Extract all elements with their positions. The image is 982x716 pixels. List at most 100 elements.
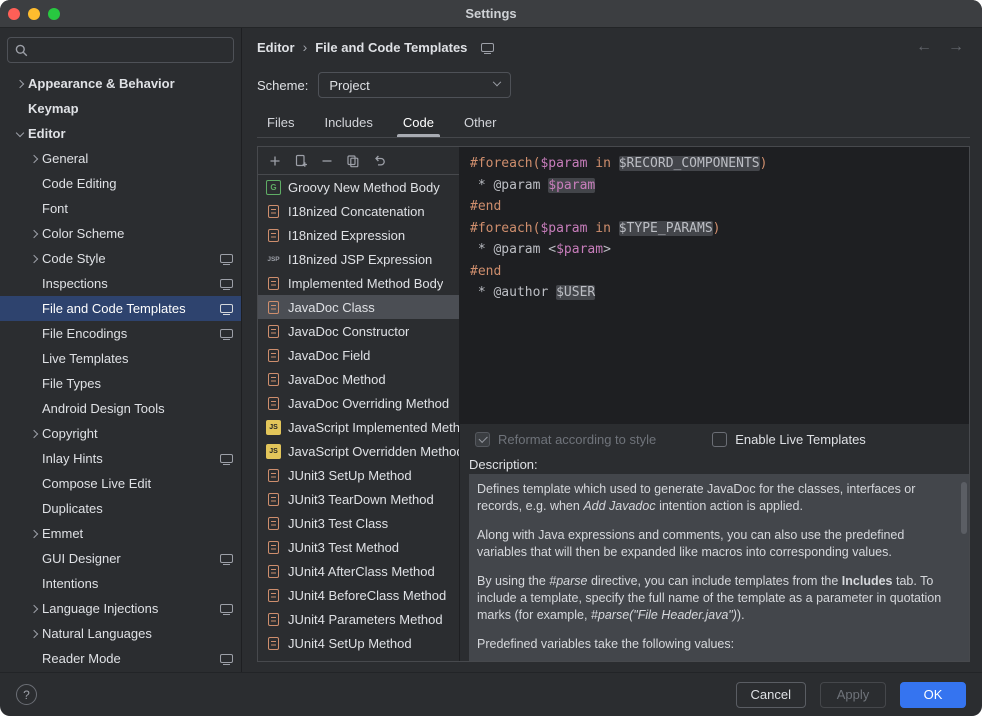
template-item-junit4-setup-method[interactable]: JUnit4 SetUp Method: [258, 631, 459, 655]
settings-search-field[interactable]: [7, 37, 234, 63]
sidebar-item-inlay-hints[interactable]: Inlay Hints: [0, 446, 241, 471]
template-item-implemented-method-body[interactable]: Implemented Method Body: [258, 271, 459, 295]
sidebar-item-gui-designer[interactable]: GUI Designer: [0, 546, 241, 571]
template-file-icon: [268, 229, 279, 242]
template-editor[interactable]: #foreach($param in $RECORD_COMPONENTS) *…: [460, 147, 969, 424]
sidebar-item-android-design-tools[interactable]: Android Design Tools: [0, 396, 241, 421]
sidebar-item-file-and-code-templates[interactable]: File and Code Templates: [0, 296, 241, 321]
help-button[interactable]: ?: [16, 684, 37, 705]
copy-icon: [346, 154, 360, 168]
sidebar-item-label: Copyright: [42, 426, 233, 441]
sidebar-item-font[interactable]: Font: [0, 196, 241, 221]
sidebar-item-inspections[interactable]: Inspections: [0, 271, 241, 296]
template-item-junit3-teardown-method[interactable]: JUnit3 TearDown Method: [258, 487, 459, 511]
add-template-button[interactable]: [263, 150, 286, 172]
template-item-label: JavaDoc Class: [288, 300, 375, 315]
sidebar-item-file-types[interactable]: File Types: [0, 371, 241, 396]
template-item-javascript-implemented-method[interactable]: JSJavaScript Implemented Method: [258, 415, 459, 439]
close-window-button[interactable]: [8, 8, 20, 20]
template-item-label: JavaScript Implemented Method: [288, 420, 459, 435]
zoom-window-button[interactable]: [48, 8, 60, 20]
back-button[interactable]: ←: [916, 38, 932, 56]
ok-button[interactable]: OK: [900, 682, 966, 708]
sidebar-item-natural-languages[interactable]: Natural Languages: [0, 621, 241, 646]
sidebar-item-editor[interactable]: Editor: [0, 121, 241, 146]
create-child-template-button[interactable]: [289, 150, 312, 172]
code-line: #foreach($param in $TYPE_PARAMS): [470, 218, 969, 240]
tab-includes[interactable]: Includes: [314, 108, 382, 137]
reformat-label: Reformat according to style: [498, 432, 656, 447]
tab-code[interactable]: Code: [393, 108, 444, 137]
template-item-junit4-beforeclass-method[interactable]: JUnit4 BeforeClass Method: [258, 583, 459, 607]
page-plus-icon: [294, 154, 308, 168]
chevron-right-icon[interactable]: [26, 256, 42, 262]
reformat-checkbox[interactable]: Reformat according to style: [475, 432, 656, 447]
code-line: #end: [470, 196, 969, 218]
chevron-right-icon[interactable]: [26, 631, 42, 637]
forward-button[interactable]: →: [948, 38, 964, 56]
template-item-junit4-parameters-method[interactable]: JUnit4 Parameters Method: [258, 607, 459, 631]
sidebar-item-keymap[interactable]: Keymap: [0, 96, 241, 121]
template-item-i18nized-concatenation[interactable]: I18nized Concatenation: [258, 199, 459, 223]
template-item-label: JUnit3 Test Method: [288, 540, 399, 555]
template-item-javadoc-field[interactable]: JavaDoc Field: [258, 343, 459, 367]
sidebar-item-copyright[interactable]: Copyright: [0, 421, 241, 446]
chevron-right-icon[interactable]: [12, 81, 28, 87]
template-item-javadoc-method[interactable]: JavaDoc Method: [258, 367, 459, 391]
template-item-label: JUnit4 Parameters Method: [288, 612, 443, 627]
sidebar-item-compose-live-edit[interactable]: Compose Live Edit: [0, 471, 241, 496]
chevron-right-icon[interactable]: [26, 431, 42, 437]
apply-button[interactable]: Apply: [820, 682, 886, 708]
sidebar-item-code-style[interactable]: Code Style: [0, 246, 241, 271]
templates-panel: GGroovy New Method BodyI18nized Concaten…: [257, 146, 970, 662]
reset-template-button[interactable]: [367, 150, 390, 172]
template-item-groovy-new-method-body[interactable]: GGroovy New Method Body: [258, 175, 459, 199]
template-item-junit3-test-class[interactable]: JUnit3 Test Class: [258, 511, 459, 535]
chevron-right-icon[interactable]: [26, 606, 42, 612]
sidebar-item-general[interactable]: General: [0, 146, 241, 171]
copy-template-button[interactable]: [341, 150, 364, 172]
template-list-column: GGroovy New Method BodyI18nized Concaten…: [258, 147, 460, 661]
tab-other[interactable]: Other: [454, 108, 507, 137]
cancel-button[interactable]: Cancel: [736, 682, 806, 708]
template-file-icon: [268, 277, 279, 290]
template-item-label: JUnit4 SetUp Method: [288, 636, 412, 651]
sidebar-item-language-injections[interactable]: Language Injections: [0, 596, 241, 621]
template-item-i18nized-jsp-expression[interactable]: JSPI18nized JSP Expression: [258, 247, 459, 271]
description-scrollbar[interactable]: [961, 482, 967, 534]
template-item-junit3-setup-method[interactable]: JUnit3 SetUp Method: [258, 463, 459, 487]
sidebar-item-label: Reader Mode: [42, 651, 214, 666]
sidebar-item-label: Keymap: [28, 101, 233, 116]
template-item-javadoc-overriding-method[interactable]: JavaDoc Overriding Method: [258, 391, 459, 415]
scheme-select[interactable]: Project: [318, 72, 511, 98]
sidebar-item-reader-mode[interactable]: Reader Mode: [0, 646, 241, 671]
template-item-javadoc-class[interactable]: JavaDoc Class: [258, 295, 459, 319]
template-file-icon: [268, 637, 279, 650]
minimize-window-button[interactable]: [28, 8, 40, 20]
tab-files[interactable]: Files: [257, 108, 304, 137]
template-item-i18nized-expression[interactable]: I18nized Expression: [258, 223, 459, 247]
template-item-javascript-overridden-method[interactable]: JSJavaScript Overridden Method: [258, 439, 459, 463]
sidebar-item-color-scheme[interactable]: Color Scheme: [0, 221, 241, 246]
remove-template-button[interactable]: [315, 150, 338, 172]
enable-live-templates-checkbox[interactable]: Enable Live Templates: [712, 432, 866, 447]
sidebar-item-emmet[interactable]: Emmet: [0, 521, 241, 546]
breadcrumb-editor[interactable]: Editor: [257, 40, 295, 55]
chevron-right-icon[interactable]: [26, 231, 42, 237]
sidebar-item-label: Code Style: [42, 251, 214, 266]
template-file-icon: [268, 613, 279, 626]
template-item-javadoc-constructor[interactable]: JavaDoc Constructor: [258, 319, 459, 343]
chevron-down-icon[interactable]: [12, 132, 28, 136]
template-item-junit3-test-method[interactable]: JUnit3 Test Method: [258, 535, 459, 559]
chevron-right-icon[interactable]: [26, 531, 42, 537]
chevron-down-icon: [493, 78, 501, 86]
sidebar-item-file-encodings[interactable]: File Encodings: [0, 321, 241, 346]
chevron-right-icon[interactable]: [26, 156, 42, 162]
template-item-junit4-afterclass-method[interactable]: JUnit4 AfterClass Method: [258, 559, 459, 583]
sidebar-item-appearance-behavior[interactable]: Appearance & Behavior: [0, 71, 241, 96]
sidebar-item-code-editing[interactable]: Code Editing: [0, 171, 241, 196]
sidebar-item-intentions[interactable]: Intentions: [0, 571, 241, 596]
sidebar-item-duplicates[interactable]: Duplicates: [0, 496, 241, 521]
search-input[interactable]: [34, 42, 226, 59]
sidebar-item-live-templates[interactable]: Live Templates: [0, 346, 241, 371]
